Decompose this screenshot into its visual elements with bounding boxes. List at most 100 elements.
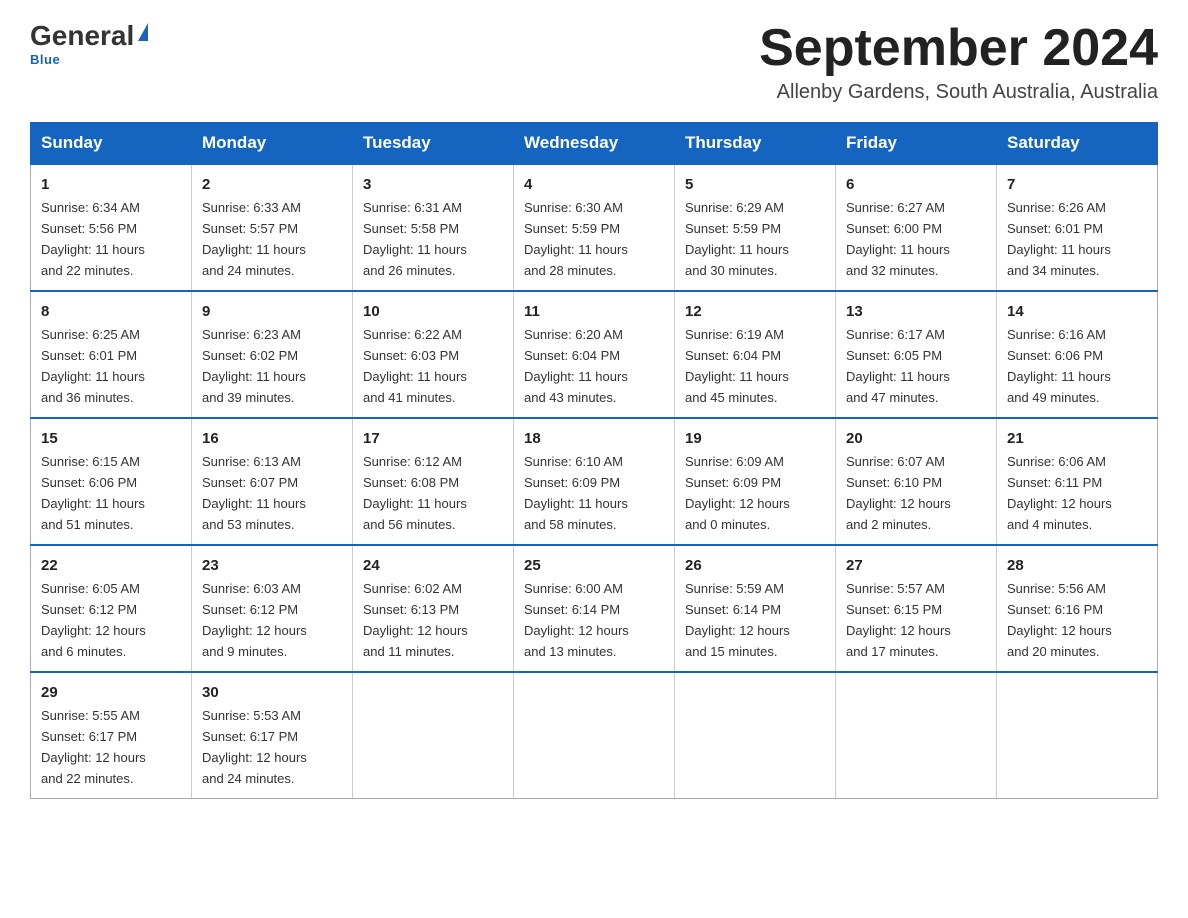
month-title: September 2024 — [759, 20, 1158, 77]
page-header: General Blue September 2024 Allenby Gard… — [30, 20, 1158, 104]
calendar-day-24: 24 Sunrise: 6:02 AMSunset: 6:13 PMDaylig… — [353, 545, 514, 672]
day-number: 8 — [41, 300, 181, 323]
day-info: Sunrise: 6:20 AMSunset: 6:04 PMDaylight:… — [524, 327, 628, 405]
day-info: Sunrise: 6:22 AMSunset: 6:03 PMDaylight:… — [363, 327, 467, 405]
header-day-sunday: Sunday — [31, 123, 192, 165]
calendar-day-22: 22 Sunrise: 6:05 AMSunset: 6:12 PMDaylig… — [31, 545, 192, 672]
day-info: Sunrise: 6:17 AMSunset: 6:05 PMDaylight:… — [846, 327, 950, 405]
calendar-day-14: 14 Sunrise: 6:16 AMSunset: 6:06 PMDaylig… — [997, 291, 1158, 418]
header-day-wednesday: Wednesday — [514, 123, 675, 165]
calendar-day-6: 6 Sunrise: 6:27 AMSunset: 6:00 PMDayligh… — [836, 164, 997, 291]
day-number: 29 — [41, 681, 181, 704]
day-info: Sunrise: 5:59 AMSunset: 6:14 PMDaylight:… — [685, 581, 790, 659]
calendar-empty-cell — [997, 672, 1158, 798]
day-number: 7 — [1007, 173, 1147, 196]
calendar-day-30: 30 Sunrise: 5:53 AMSunset: 6:17 PMDaylig… — [192, 672, 353, 798]
day-info: Sunrise: 6:15 AMSunset: 6:06 PMDaylight:… — [41, 454, 145, 532]
day-info: Sunrise: 6:00 AMSunset: 6:14 PMDaylight:… — [524, 581, 629, 659]
day-info: Sunrise: 6:03 AMSunset: 6:12 PMDaylight:… — [202, 581, 307, 659]
calendar-day-28: 28 Sunrise: 5:56 AMSunset: 6:16 PMDaylig… — [997, 545, 1158, 672]
calendar-day-25: 25 Sunrise: 6:00 AMSunset: 6:14 PMDaylig… — [514, 545, 675, 672]
calendar-day-23: 23 Sunrise: 6:03 AMSunset: 6:12 PMDaylig… — [192, 545, 353, 672]
day-number: 18 — [524, 427, 664, 450]
calendar-day-5: 5 Sunrise: 6:29 AMSunset: 5:59 PMDayligh… — [675, 164, 836, 291]
day-number: 6 — [846, 173, 986, 196]
day-info: Sunrise: 6:30 AMSunset: 5:59 PMDaylight:… — [524, 200, 628, 278]
day-info: Sunrise: 5:53 AMSunset: 6:17 PMDaylight:… — [202, 708, 307, 786]
calendar-header-row: SundayMondayTuesdayWednesdayThursdayFrid… — [31, 123, 1158, 165]
day-info: Sunrise: 5:56 AMSunset: 6:16 PMDaylight:… — [1007, 581, 1112, 659]
calendar-day-29: 29 Sunrise: 5:55 AMSunset: 6:17 PMDaylig… — [31, 672, 192, 798]
day-info: Sunrise: 6:05 AMSunset: 6:12 PMDaylight:… — [41, 581, 146, 659]
header-day-monday: Monday — [192, 123, 353, 165]
day-info: Sunrise: 6:10 AMSunset: 6:09 PMDaylight:… — [524, 454, 628, 532]
day-number: 27 — [846, 554, 986, 577]
calendar-day-7: 7 Sunrise: 6:26 AMSunset: 6:01 PMDayligh… — [997, 164, 1158, 291]
calendar-day-10: 10 Sunrise: 6:22 AMSunset: 6:03 PMDaylig… — [353, 291, 514, 418]
calendar-empty-cell — [514, 672, 675, 798]
location-title: Allenby Gardens, South Australia, Austra… — [759, 81, 1158, 104]
calendar-day-8: 8 Sunrise: 6:25 AMSunset: 6:01 PMDayligh… — [31, 291, 192, 418]
day-info: Sunrise: 6:27 AMSunset: 6:00 PMDaylight:… — [846, 200, 950, 278]
day-number: 21 — [1007, 427, 1147, 450]
header-day-saturday: Saturday — [997, 123, 1158, 165]
calendar-empty-cell — [836, 672, 997, 798]
day-info: Sunrise: 6:19 AMSunset: 6:04 PMDaylight:… — [685, 327, 789, 405]
day-number: 11 — [524, 300, 664, 323]
day-number: 2 — [202, 173, 342, 196]
day-info: Sunrise: 6:16 AMSunset: 6:06 PMDaylight:… — [1007, 327, 1111, 405]
calendar-day-2: 2 Sunrise: 6:33 AMSunset: 5:57 PMDayligh… — [192, 164, 353, 291]
logo-blue-text: Blue — [30, 52, 60, 67]
day-number: 19 — [685, 427, 825, 450]
calendar-day-21: 21 Sunrise: 6:06 AMSunset: 6:11 PMDaylig… — [997, 418, 1158, 545]
calendar-day-15: 15 Sunrise: 6:15 AMSunset: 6:06 PMDaylig… — [31, 418, 192, 545]
calendar-empty-cell — [675, 672, 836, 798]
calendar-day-13: 13 Sunrise: 6:17 AMSunset: 6:05 PMDaylig… — [836, 291, 997, 418]
day-number: 1 — [41, 173, 181, 196]
day-number: 10 — [363, 300, 503, 323]
day-info: Sunrise: 6:12 AMSunset: 6:08 PMDaylight:… — [363, 454, 467, 532]
calendar-day-18: 18 Sunrise: 6:10 AMSunset: 6:09 PMDaylig… — [514, 418, 675, 545]
day-info: Sunrise: 6:23 AMSunset: 6:02 PMDaylight:… — [202, 327, 306, 405]
calendar-table: SundayMondayTuesdayWednesdayThursdayFrid… — [30, 122, 1158, 799]
calendar-day-3: 3 Sunrise: 6:31 AMSunset: 5:58 PMDayligh… — [353, 164, 514, 291]
calendar-day-26: 26 Sunrise: 5:59 AMSunset: 6:14 PMDaylig… — [675, 545, 836, 672]
calendar-week-row: 29 Sunrise: 5:55 AMSunset: 6:17 PMDaylig… — [31, 672, 1158, 798]
day-info: Sunrise: 6:29 AMSunset: 5:59 PMDaylight:… — [685, 200, 789, 278]
header-day-thursday: Thursday — [675, 123, 836, 165]
day-info: Sunrise: 6:02 AMSunset: 6:13 PMDaylight:… — [363, 581, 468, 659]
day-info: Sunrise: 6:31 AMSunset: 5:58 PMDaylight:… — [363, 200, 467, 278]
day-number: 25 — [524, 554, 664, 577]
logo-general-text: General — [30, 20, 134, 52]
day-number: 15 — [41, 427, 181, 450]
day-number: 12 — [685, 300, 825, 323]
calendar-day-4: 4 Sunrise: 6:30 AMSunset: 5:59 PMDayligh… — [514, 164, 675, 291]
logo-triangle-icon — [138, 23, 148, 41]
calendar-day-27: 27 Sunrise: 5:57 AMSunset: 6:15 PMDaylig… — [836, 545, 997, 672]
calendar-empty-cell — [353, 672, 514, 798]
calendar-week-row: 8 Sunrise: 6:25 AMSunset: 6:01 PMDayligh… — [31, 291, 1158, 418]
header-day-friday: Friday — [836, 123, 997, 165]
day-info: Sunrise: 5:57 AMSunset: 6:15 PMDaylight:… — [846, 581, 951, 659]
day-number: 17 — [363, 427, 503, 450]
day-number: 3 — [363, 173, 503, 196]
logo: General Blue — [30, 20, 148, 67]
calendar-day-1: 1 Sunrise: 6:34 AMSunset: 5:56 PMDayligh… — [31, 164, 192, 291]
day-info: Sunrise: 6:34 AMSunset: 5:56 PMDaylight:… — [41, 200, 145, 278]
calendar-day-16: 16 Sunrise: 6:13 AMSunset: 6:07 PMDaylig… — [192, 418, 353, 545]
day-number: 5 — [685, 173, 825, 196]
day-number: 23 — [202, 554, 342, 577]
day-number: 16 — [202, 427, 342, 450]
day-number: 24 — [363, 554, 503, 577]
day-number: 28 — [1007, 554, 1147, 577]
calendar-day-20: 20 Sunrise: 6:07 AMSunset: 6:10 PMDaylig… — [836, 418, 997, 545]
day-info: Sunrise: 6:25 AMSunset: 6:01 PMDaylight:… — [41, 327, 145, 405]
day-number: 14 — [1007, 300, 1147, 323]
day-number: 13 — [846, 300, 986, 323]
calendar-day-17: 17 Sunrise: 6:12 AMSunset: 6:08 PMDaylig… — [353, 418, 514, 545]
day-info: Sunrise: 5:55 AMSunset: 6:17 PMDaylight:… — [41, 708, 146, 786]
calendar-day-9: 9 Sunrise: 6:23 AMSunset: 6:02 PMDayligh… — [192, 291, 353, 418]
day-number: 20 — [846, 427, 986, 450]
day-info: Sunrise: 6:07 AMSunset: 6:10 PMDaylight:… — [846, 454, 951, 532]
calendar-day-19: 19 Sunrise: 6:09 AMSunset: 6:09 PMDaylig… — [675, 418, 836, 545]
